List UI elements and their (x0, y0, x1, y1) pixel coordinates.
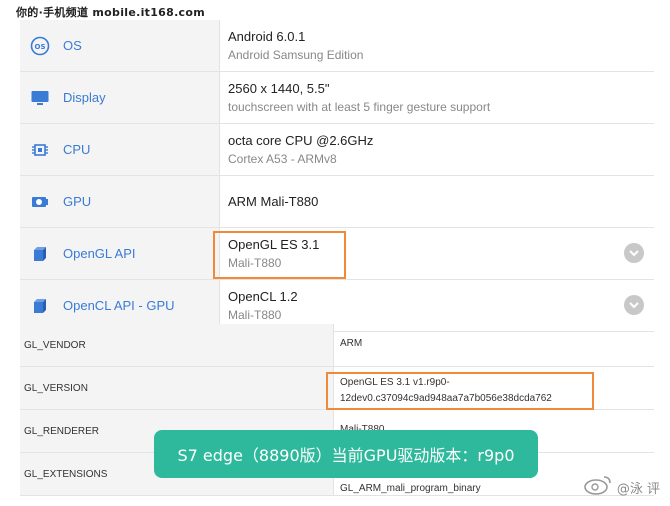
site-watermark: 你的·手机频道 mobile.it168.com (16, 6, 205, 19)
svg-text:OS: OS (35, 43, 46, 51)
spec-value: 2560 x 1440, 5.5" (228, 81, 330, 96)
spec-label: OS (63, 38, 82, 53)
spec-row-display: Display 2560 x 1440, 5.5" touchscreen wi… (20, 72, 654, 124)
spec-subvalue: Mali-T880 (228, 308, 282, 322)
weibo-logo-icon (583, 474, 613, 500)
spec-subvalue: touchscreen with at least 5 finger gestu… (228, 100, 491, 114)
gl-row-vendor: GL_VENDOR ARM (20, 324, 654, 367)
os-icon: OS (30, 36, 50, 56)
opengl-highlight-box (213, 231, 346, 279)
weibo-watermark: @泳 评 (583, 474, 660, 500)
spec-label: GPU (63, 194, 92, 209)
spec-value: Android 6.0.1 (228, 29, 306, 44)
chevron-down-icon[interactable] (624, 243, 644, 263)
gl-key: GL_VENDOR (20, 324, 334, 366)
spec-label: OpenGL API (63, 246, 136, 261)
cube-icon (30, 296, 50, 316)
chevron-down-icon[interactable] (624, 295, 644, 315)
cube-icon (30, 244, 50, 264)
spec-table: OS OS Android 6.0.1 Android Samsung Edit… (20, 20, 654, 332)
spec-subvalue: Android Samsung Edition (228, 48, 364, 62)
spec-label: Display (63, 90, 106, 105)
spec-value: OpenCL 1.2 (228, 289, 298, 304)
weibo-handle: @泳 评 (616, 481, 660, 497)
spec-value: ARM Mali-T880 (228, 194, 319, 209)
gl-version-highlight-box (326, 372, 594, 410)
spec-value: octa core CPU @2.6GHz (228, 133, 374, 148)
gl-value: ARM (340, 338, 363, 349)
spec-row-os: OS OS Android 6.0.1 Android Samsung Edit… (20, 20, 654, 72)
monitor-icon (30, 88, 50, 108)
caption-banner: S7 edge（8890版）当前GPU驱动版本：r9p0 (154, 430, 538, 478)
gl-key: GL_VERSION (20, 367, 334, 409)
spec-row-gpu: GPU ARM Mali-T880 (20, 176, 654, 228)
spec-subvalue: Cortex A53 - ARMv8 (228, 152, 337, 166)
gpu-icon (30, 192, 50, 212)
spec-row-cpu: CPU octa core CPU @2.6GHz Cortex A53 - A… (20, 124, 654, 176)
cpu-icon (30, 140, 50, 160)
spec-label: CPU (63, 142, 91, 157)
spec-label: OpenCL API - GPU (63, 298, 175, 313)
